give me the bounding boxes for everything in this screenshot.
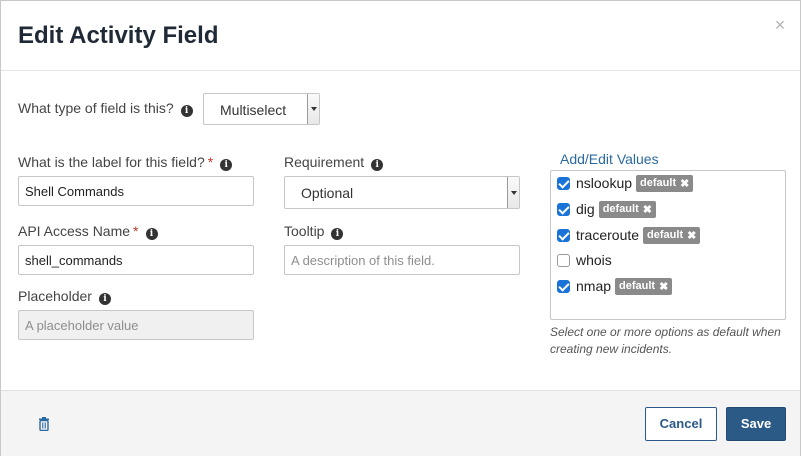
value-label: dig (576, 201, 595, 217)
edit-activity-field-dialog: Edit Activity Field × What type of field… (0, 0, 801, 456)
field-type-select[interactable]: Multiselect (203, 93, 320, 125)
value-item-nslookup: nslookup default ✖ (557, 173, 694, 193)
label-field-label: What is the label for this field? * i (18, 154, 233, 171)
trash-icon[interactable] (38, 417, 50, 431)
info-icon[interactable]: i (371, 159, 384, 171)
cancel-button[interactable]: Cancel (645, 407, 717, 441)
placeholder-input (18, 310, 254, 340)
badge-label: default (647, 229, 684, 241)
chevron-down-icon (307, 94, 319, 124)
placeholder-label-text: Placeholder (18, 288, 92, 304)
info-icon[interactable]: i (331, 228, 344, 240)
save-button[interactable]: Save (726, 407, 786, 441)
value-label: whois (576, 252, 612, 268)
dialog-title: Edit Activity Field (18, 22, 219, 49)
values-hint: Select one or more options as default wh… (550, 325, 781, 356)
close-icon[interactable]: × (772, 15, 788, 35)
badge-label: default (640, 177, 677, 189)
field-type-value: Multiselect (220, 102, 287, 118)
api-name-label-text: API Access Name (18, 223, 131, 239)
required-marker: * (207, 154, 214, 170)
default-badge: default ✖ (598, 200, 656, 218)
value-item-nmap: nmap default ✖ (557, 276, 673, 296)
tooltip-input[interactable] (284, 245, 520, 275)
requirement-label-text: Requirement (284, 154, 365, 170)
remove-default-icon[interactable]: ✖ (659, 280, 668, 293)
checkbox-whois[interactable] (557, 253, 570, 267)
remove-default-icon[interactable]: ✖ (687, 229, 696, 242)
value-label: traceroute (576, 227, 640, 243)
values-list: nslookup default ✖ dig default ✖ tracerout… (550, 170, 786, 320)
value-label: nslookup (576, 175, 633, 191)
remove-default-icon[interactable]: ✖ (643, 203, 652, 216)
info-icon[interactable]: i (98, 293, 111, 305)
default-badge: default ✖ (636, 174, 694, 192)
dialog-header: Edit Activity Field × (1, 1, 800, 71)
default-badge: default ✖ (615, 277, 673, 295)
api-name-input[interactable] (18, 245, 254, 275)
placeholder-label: Placeholder i (18, 288, 111, 305)
remove-default-icon[interactable]: ✖ (680, 177, 689, 190)
dialog-footer: Cancel Save (1, 390, 800, 456)
chevron-down-icon (507, 177, 519, 208)
checkbox-nmap[interactable] (557, 279, 570, 293)
info-icon[interactable]: i (180, 105, 193, 117)
requirement-label: Requirement i (284, 154, 384, 171)
badge-label: default (619, 280, 656, 292)
tooltip-label: Tooltip i (284, 223, 344, 240)
value-item-dig: dig default ✖ (557, 199, 656, 219)
checkbox-traceroute[interactable] (557, 228, 570, 242)
field-type-label-text: What type of field is this? (18, 100, 174, 116)
tooltip-label-text: Tooltip (284, 223, 325, 239)
requirement-select[interactable]: Optional (284, 176, 520, 209)
add-edit-values-link[interactable]: Add/Edit Values (560, 151, 659, 167)
value-label: nmap (576, 278, 612, 294)
label-field-label-text: What is the label for this field? (18, 154, 205, 170)
value-item-whois: whois (557, 250, 612, 270)
requirement-value: Optional (301, 185, 354, 201)
info-icon[interactable]: i (220, 159, 233, 171)
api-name-label: API Access Name * i (18, 223, 158, 240)
checkbox-nslookup[interactable] (557, 176, 570, 190)
value-item-traceroute: traceroute default ✖ (557, 225, 701, 245)
required-marker: * (133, 223, 139, 239)
info-icon[interactable]: i (145, 228, 158, 240)
checkbox-dig[interactable] (557, 202, 570, 216)
field-type-label: What type of field is this? i (18, 100, 193, 117)
default-badge: default ✖ (643, 226, 701, 244)
badge-label: default (602, 203, 639, 215)
label-field-input[interactable] (18, 176, 254, 206)
